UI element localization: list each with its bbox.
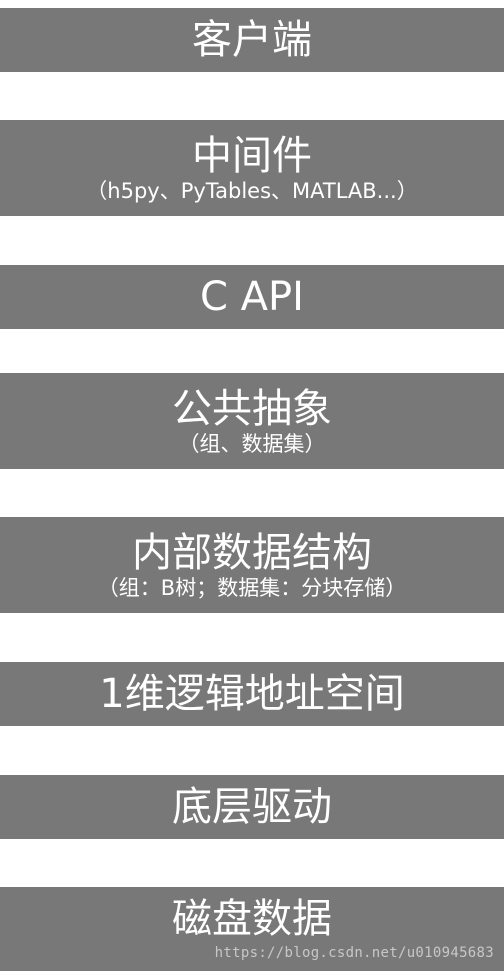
layer-title: 公共抽象: [172, 385, 332, 432]
layer-title: C API: [200, 274, 304, 320]
layer-title: 磁盘数据: [172, 896, 332, 942]
layer-title: 底层驱动: [172, 784, 332, 830]
layer-c-api: C API: [0, 265, 504, 329]
layer-title: 客户端: [192, 17, 312, 63]
layer-subtitle: （h5py、PyTables、MATLAB...）: [86, 178, 418, 203]
layer-title: 1维逻辑地址空间: [99, 671, 405, 717]
layer-title: 中间件: [192, 132, 312, 179]
watermark: https://blog.csdn.net/u010945683: [214, 945, 494, 961]
layer-address-space: 1维逻辑地址空间: [0, 662, 504, 726]
layer-public-abstraction: 公共抽象 （组、数据集）: [0, 373, 504, 469]
layer-internal-structures: 内部数据结构 （组：B树；数据集：分块存储）: [0, 517, 504, 613]
layer-subtitle: （组：B树；数据集：分块存储）: [97, 575, 407, 600]
layer-middleware: 中间件 （h5py、PyTables、MATLAB...）: [0, 120, 504, 216]
layer-title: 内部数据结构: [132, 529, 372, 576]
layer-subtitle: （组、数据集）: [178, 431, 326, 456]
layer-client: 客户端: [0, 8, 504, 72]
layer-low-level-driver: 底层驱动: [0, 775, 504, 839]
